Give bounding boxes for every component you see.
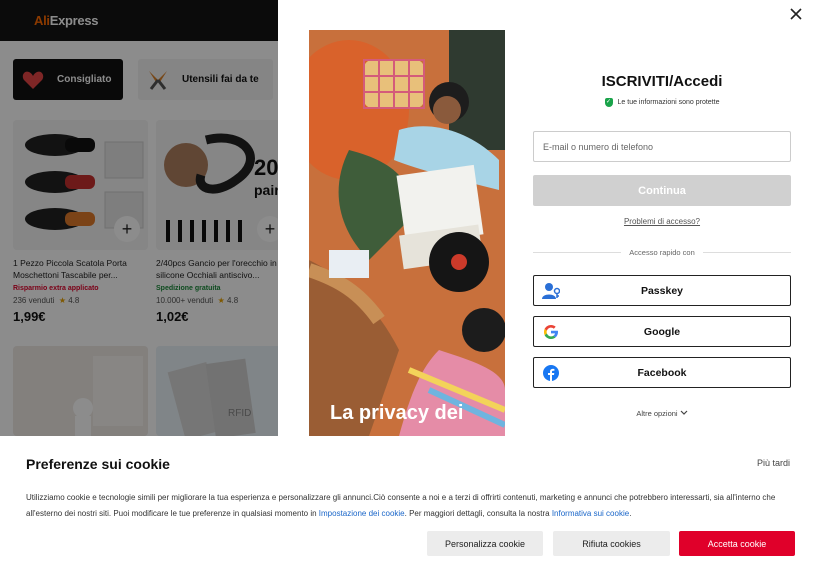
personalize-cookies-button[interactable]: Personalizza cookie [427, 531, 543, 556]
promo-image [309, 30, 505, 436]
continue-button[interactable]: Continua [533, 175, 791, 206]
quick-access-divider: Accesso rapido con [533, 248, 792, 257]
privacy-promo-illustration [309, 30, 505, 436]
cookie-later-button[interactable]: Più tardi [757, 458, 790, 468]
reject-cookies-button[interactable]: Rifiuta cookies [553, 531, 670, 556]
google-button[interactable]: Google [533, 316, 791, 347]
passkey-button[interactable]: Passkey [533, 275, 791, 306]
social-label: Passkey [640, 284, 684, 297]
chevron-down-icon [680, 409, 688, 418]
google-icon [542, 323, 560, 341]
social-label: Google [643, 325, 681, 338]
login-title: ISCRIVITI/Accedi [601, 73, 723, 90]
facebook-icon [542, 364, 560, 382]
passkey-icon [542, 282, 560, 300]
secure-note: ✓ Le tue informazioni sono protette [604, 98, 720, 107]
social-label: Facebook [637, 366, 687, 379]
cookie-title: Preferenze sui cookie [26, 456, 170, 472]
cookie-settings-link[interactable]: Impostazione dei cookie [319, 509, 405, 518]
cookie-description: Utilizziamo cookie e tecnologie simili p… [26, 493, 776, 518]
divider-line [702, 252, 792, 253]
divider-line [533, 252, 622, 253]
close-icon[interactable] [788, 8, 804, 24]
shield-check-icon: ✓ [604, 98, 613, 107]
promo-caption: La privacy dei [330, 402, 464, 424]
cookie-banner: Preferenze sui cookie Più tardi Utilizzi… [0, 436, 820, 577]
facebook-button[interactable]: Facebook [533, 357, 791, 388]
cookie-policy-link[interactable]: Informativa sui cookie [552, 509, 629, 518]
quick-access-label: Accesso rapido con [629, 248, 695, 257]
accept-cookies-button[interactable]: Accetta cookie [679, 531, 795, 556]
access-problems-link[interactable]: Problemi di accesso? [533, 217, 791, 226]
more-options-link[interactable]: Altre opzioni [533, 409, 791, 418]
email-or-phone-input[interactable] [533, 131, 791, 162]
